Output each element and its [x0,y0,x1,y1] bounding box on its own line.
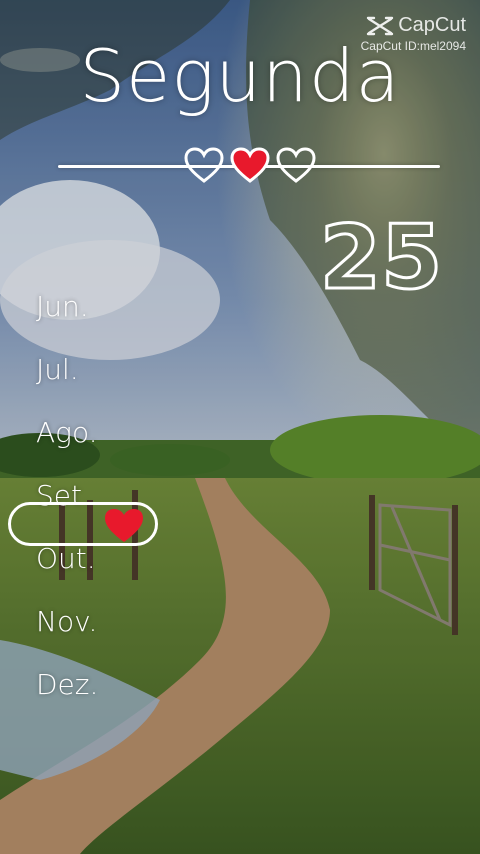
month-item-ago: Ago. [36,416,98,449]
month-item-dez: Dez. [36,668,99,701]
story-canvas: CapCut CapCut ID:mel2094 Segunda 25 Jun.… [0,0,480,854]
capcut-logo-icon [366,16,394,35]
heart-filled-icon [230,147,270,183]
month-item-nov: Nov. [36,605,98,638]
month-item-jun: Jun. [36,290,89,323]
date-number: 25 [318,205,443,311]
month-list: Jun. Jul. Ago. Set. Out. Nov. Dez. [36,0,236,854]
heart-outline-icon [276,147,316,183]
heart-filled-icon [105,509,143,542]
month-item-out: Out. [36,542,96,575]
month-item-jul: Jul. [36,353,79,386]
